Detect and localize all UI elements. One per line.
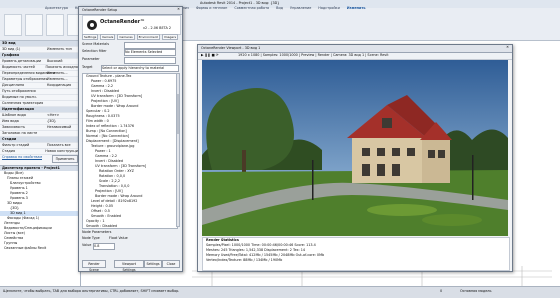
stats-line: Vertex/Index/Texture: 88Mb / 134Mb / 190… <box>206 258 283 262</box>
property-label: Видимые по умолч. <box>2 95 37 99</box>
version-text: v2 - 2.06 BETA 2 <box>143 26 172 30</box>
property-label: Стадии <box>2 137 17 141</box>
property-value[interactable]: {3D} <box>47 119 56 124</box>
tab-collaborate[interactable]: Совместная работа <box>234 6 269 13</box>
property-label: Солнечная траектория <box>2 101 44 105</box>
node-tree[interactable]: Ground Texture - plane.Tex Power : 0.697… <box>82 73 178 229</box>
logo-text: OctaneRender™ <box>100 19 146 25</box>
parameter-label: Parameter <box>82 57 100 61</box>
tab-imagers[interactable]: Imagers <box>161 34 179 40</box>
viewport-toolbar-info: 1920 x 1080 | Samples: 1000/1000 | Previ… <box>238 53 389 57</box>
tree-item[interactable]: Smooth : Disabled <box>83 224 177 228</box>
dialog-tabs: Settings Kernels Cameras Environment Ima… <box>82 34 179 40</box>
tab-cameras[interactable]: Cameras <box>117 34 135 40</box>
render-scene-button[interactable]: Render Scene <box>82 260 106 272</box>
ribbon-tool-modify[interactable] <box>4 14 22 36</box>
node-params-label: Node Parameters <box>82 230 112 234</box>
property-label: Фильтр стадий <box>2 143 30 147</box>
property-value[interactable]: Изменить... <box>47 71 68 76</box>
viewport-toolbar: ▶ ❚❚ ■ ⟳ 1920 x 1080 | Samples: 1000/100… <box>198 53 512 60</box>
viewport-settings-button[interactable]: Viewport Settings <box>114 260 144 272</box>
close-icon[interactable]: ✕ <box>506 45 509 50</box>
type-name: 3D вид <box>2 41 16 45</box>
property-value[interactable]: Изменить... <box>47 77 68 82</box>
property-label: Заголовок на листе <box>2 131 38 135</box>
property-label: Видимость частей <box>2 65 35 69</box>
selection-filter-select[interactable]: No Elements Selected <box>124 49 176 56</box>
scrollbar-thumb[interactable] <box>177 94 179 134</box>
tab-architecture[interactable]: Архитектура <box>45 6 68 13</box>
tab-environment[interactable]: Environment <box>136 34 160 40</box>
property-value[interactable]: Высокий <box>47 59 62 64</box>
octane-logo-icon <box>87 20 97 30</box>
property-value[interactable]: Новая конструкция <box>45 149 80 154</box>
tab-addins[interactable]: Надстройки <box>318 6 340 13</box>
property-label: Графика <box>2 53 20 57</box>
property-label: Зависимость <box>2 125 25 129</box>
tab-modify[interactable]: Изменить <box>347 6 366 13</box>
octane-setup-dialog: OctaneRender Setup ✕ OctaneRender™ v2 - … <box>78 6 183 272</box>
properties-help-link[interactable]: Справка по свойствам <box>2 155 42 160</box>
property-label: Дисциплина <box>2 83 25 87</box>
value-input[interactable]: 0.8 <box>93 243 115 250</box>
status-bar: Щелкните, чтобы выбрать, TAB для выбора … <box>0 286 560 298</box>
property-label: 3D вид (1) <box>2 47 21 51</box>
node-tree-scrollbar[interactable] <box>176 73 180 227</box>
render-mode-label: Scene Materials <box>82 42 109 46</box>
node-type-value: Float Value <box>109 236 128 240</box>
octane-logo-panel: OctaneRender™ v2 - 2.06 BETA 2 <box>82 15 181 35</box>
property-label: Идентификация <box>2 107 34 111</box>
property-label: Переопределения видимости <box>2 71 56 75</box>
octane-viewport-window: OctaneRender Viewport - 3D вид 1 ✕ ▶ ❚❚ … <box>197 44 513 272</box>
render-statistics: Render Statistics Samples/Pixel: 1000/10… <box>202 237 510 271</box>
close-button[interactable]: Close <box>162 260 180 268</box>
ribbon-tool-properties[interactable] <box>25 14 43 36</box>
tab-view[interactable]: Вид <box>276 6 283 13</box>
property-label: Имя вида <box>2 119 19 123</box>
property-value[interactable]: Координация <box>47 83 71 88</box>
render-image[interactable] <box>202 60 508 236</box>
ribbon-tool-clipboard[interactable] <box>46 14 64 36</box>
property-value[interactable]: Показать все <box>47 143 71 148</box>
target-label: Target <box>82 65 93 69</box>
close-icon[interactable]: ✕ <box>177 7 180 12</box>
project-browser: Диспетчер проекта - Project1 Виды (Все) … <box>0 165 80 286</box>
play-icon[interactable]: ▶ ❚❚ ■ ⟳ <box>201 53 219 58</box>
apply-button[interactable]: Применить <box>52 155 78 163</box>
target-field[interactable]: Select or apply hierarchy to material <box>101 65 179 72</box>
tab-manage[interactable]: Управление <box>290 6 311 13</box>
settings-button[interactable]: Settings <box>144 260 162 268</box>
property-label: Шаблон вида <box>2 113 26 117</box>
browser-item[interactable]: Связанные файлы Revit <box>0 246 80 251</box>
value-label: Value <box>82 243 92 247</box>
property-value[interactable]: Показать исходное <box>45 65 80 70</box>
tab-settings[interactable]: Settings <box>82 34 99 40</box>
property-label: Путь отображения <box>2 89 36 93</box>
property-label: Параметры отображения <box>2 77 48 81</box>
properties-grid: 3D вид (1) Изменить тип Графика Уровень д… <box>0 47 80 155</box>
property-label: Уровень детализации <box>2 59 42 63</box>
parameter-select[interactable] <box>124 57 176 64</box>
property-label: Стадия <box>2 149 16 153</box>
tab-kernels[interactable]: Kernels <box>100 34 116 40</box>
dialog-title: OctaneRender Setup <box>82 8 118 12</box>
property-value[interactable]: Изменить тип <box>47 47 72 52</box>
viewport-titlebar[interactable]: OctaneRender Viewport - 3D вид 1 ✕ <box>198 45 512 53</box>
viewport-title: OctaneRender Viewport - 3D вид 1 <box>201 46 261 50</box>
render-mode-select[interactable] <box>124 42 176 49</box>
selection-label: Selection filter <box>82 49 107 53</box>
status-text: Щелкните, чтобы выбрать, TAB для выбора … <box>3 289 180 293</box>
status-model[interactable]: Основная модель <box>460 289 491 294</box>
status-zoom: 0 <box>440 289 443 293</box>
dialog-titlebar[interactable]: OctaneRender Setup ✕ <box>79 7 182 15</box>
tab-massing[interactable]: Формы и генплан <box>196 6 228 13</box>
property-value[interactable]: Независимый <box>47 125 71 130</box>
property-value[interactable]: <Нет> <box>47 113 59 118</box>
node-type-label: Node Type <box>82 236 100 240</box>
